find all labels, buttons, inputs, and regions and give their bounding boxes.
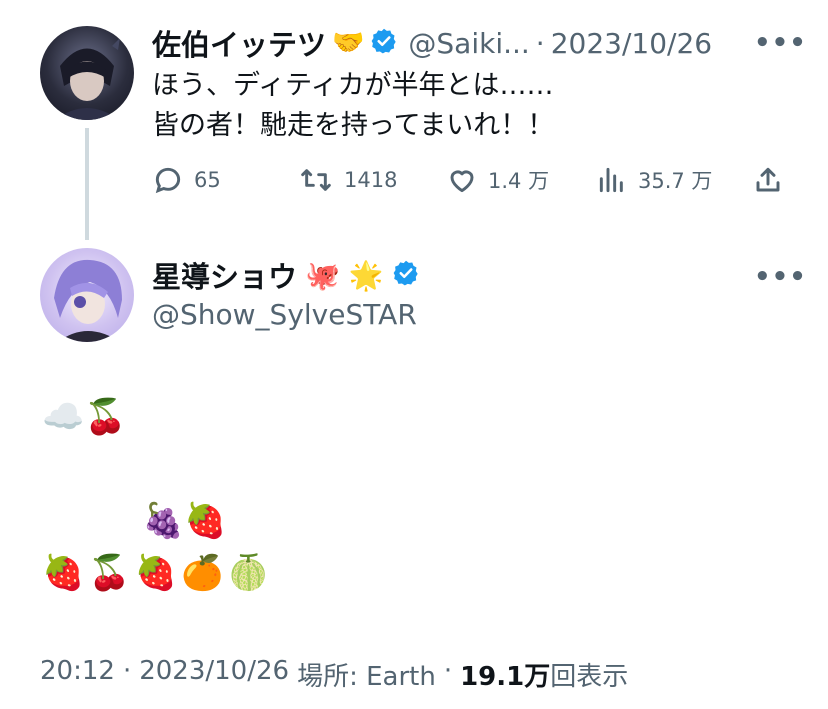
reply-icon — [155, 167, 181, 194]
handle[interactable]: @Saiki... — [408, 27, 529, 60]
handle-main[interactable]: @Show_SylveSTAR — [152, 298, 417, 331]
view-count-wrap: 19.1万回表示 — [460, 656, 628, 693]
name-emojis: 🐙 🌟 — [305, 258, 384, 292]
more-options-icon[interactable]: ••• — [754, 28, 807, 58]
separator: · — [535, 26, 545, 60]
reply-button[interactable]: 65 — [152, 164, 221, 196]
handshake-emoji: 🤝 — [332, 28, 365, 58]
verified-badge-icon — [370, 27, 398, 59]
like-button[interactable]: 1.4 万 — [446, 164, 549, 196]
thread-line — [85, 128, 89, 240]
display-name-main[interactable]: 星導ショウ — [152, 254, 297, 296]
tweet-text-line-1: ほう、ディティカが半年とは…… — [152, 70, 554, 101]
avatar-shou[interactable] — [40, 248, 134, 342]
display-name[interactable]: 佐伯イッテツ — [152, 22, 326, 64]
emoji-line-1: ☁️🍒 — [42, 397, 127, 437]
view-count: 19.1万 — [460, 662, 551, 692]
tweet-text-line-2: 皆の者！馳走を持ってまいれ！！ — [152, 110, 555, 141]
retweet-count: 1418 — [344, 168, 398, 192]
tweet-date-main[interactable]: 2023/10/26 — [139, 656, 289, 693]
tweet-meta: 20:12 · 2023/10/26 場所: Earth · 19.1万回表示 — [40, 656, 628, 693]
views-button[interactable]: 35.7 万 — [596, 164, 712, 196]
retweet-icon — [301, 169, 331, 191]
emoji-line-3: 🍓🍒🍓🍊🍈 — [42, 553, 274, 593]
separator: · — [443, 656, 453, 686]
like-count: 1.4 万 — [488, 169, 550, 193]
verified-badge-icon — [392, 259, 420, 291]
reply-count: 65 — [194, 168, 221, 192]
share-button[interactable] — [752, 164, 784, 196]
retweet-button[interactable]: 1418 — [298, 164, 397, 196]
tweet-time[interactable]: 20:12 — [40, 656, 115, 693]
views-count: 35.7 万 — [638, 169, 713, 193]
more-options-icon[interactable]: ••• — [754, 262, 807, 292]
view-label: 回表示 — [550, 662, 629, 692]
analytics-icon — [599, 167, 623, 193]
avatar-saiki[interactable] — [40, 26, 134, 120]
tweet-date[interactable]: 2023/10/26 — [551, 27, 712, 60]
separator: · — [122, 656, 132, 686]
heart-icon — [450, 170, 474, 193]
emoji-line-2: 🍇🍓 — [142, 501, 227, 541]
tweet-location[interactable]: 場所: Earth — [297, 656, 436, 693]
share-icon — [756, 167, 780, 192]
tweet-header: 佐伯イッテツ 🤝 @Saiki... · 2023/10/26 — [152, 22, 712, 64]
tweet-header-main: 星導ショウ 🐙 🌟 — [152, 254, 420, 296]
